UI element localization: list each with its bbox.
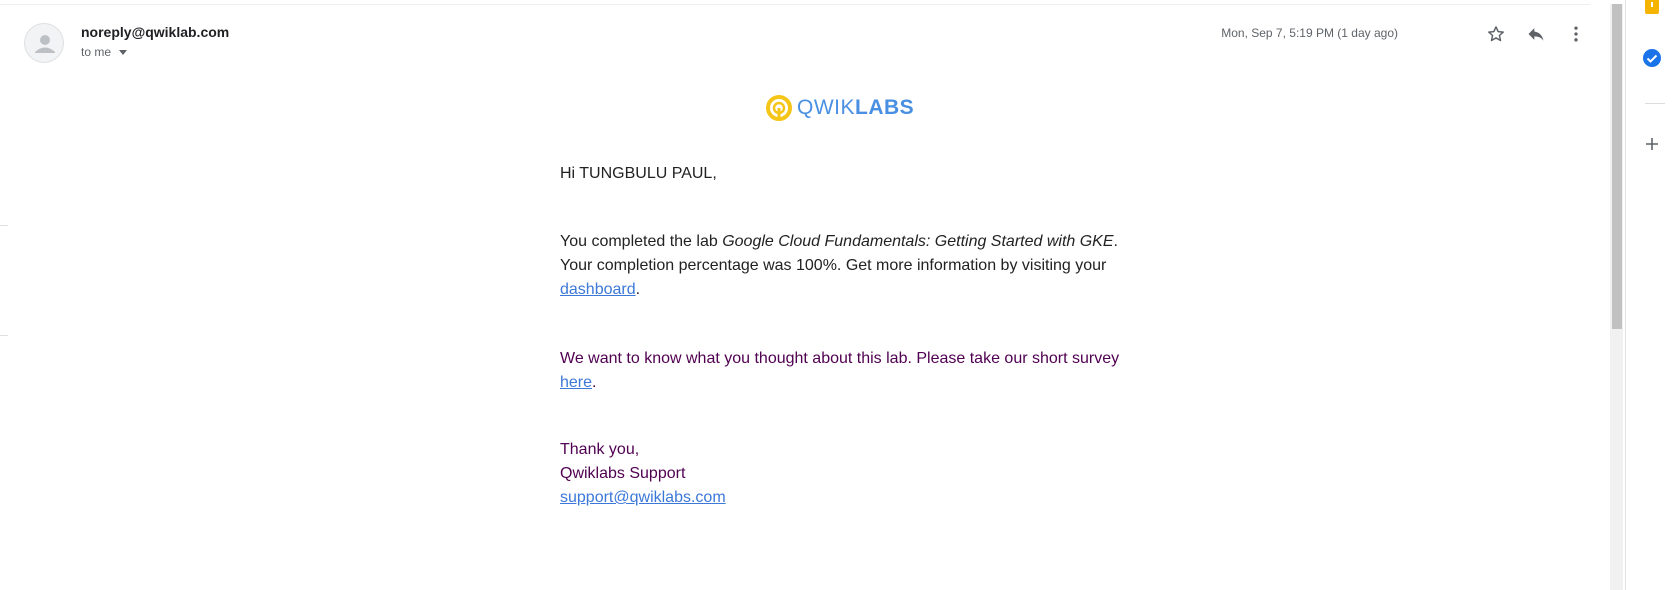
sender-address[interactable]: noreply@qwiklab.com xyxy=(81,24,229,40)
greeting: Hi TUNGBULU PAUL, xyxy=(560,165,717,182)
recipient-label: to me xyxy=(81,45,112,59)
email-body: Hi TUNGBULU PAUL, xyxy=(560,162,1130,186)
add-icon[interactable] xyxy=(1640,132,1664,156)
support-email-link[interactable]: support@qwiklabs.com xyxy=(560,489,726,506)
completion-paragraph: You completed the lab Google Cloud Funda… xyxy=(560,233,1118,298)
survey-paragraph: We want to know what you thought about t… xyxy=(560,350,1120,391)
chevron-down-icon[interactable] xyxy=(119,50,128,55)
star-icon[interactable] xyxy=(1484,22,1508,46)
dashboard-link[interactable]: dashboard xyxy=(560,281,636,298)
recipient-details[interactable]: to me xyxy=(81,45,128,59)
avatar[interactable] xyxy=(24,23,64,63)
more-vert-icon[interactable] xyxy=(1564,22,1588,46)
survey-link[interactable]: here xyxy=(560,374,592,391)
signoff: Thank you, Qwiklabs Support support@qwik… xyxy=(560,438,1130,510)
top-divider xyxy=(0,4,1590,5)
keep-icon[interactable] xyxy=(1640,0,1664,18)
qwiklabs-logo[interactable]: QWIKLABS xyxy=(765,94,914,122)
left-divider xyxy=(0,225,8,226)
thanks-line: Thank you, xyxy=(560,441,640,458)
lab-name: Google Cloud Fundamentals: Getting Start… xyxy=(722,233,1114,250)
team-name: Qwiklabs Support xyxy=(560,465,686,482)
scrollbar-thumb[interactable] xyxy=(1612,4,1622,329)
email-date: Mon, Sep 7, 5:19 PM (1 day ago) xyxy=(1221,26,1398,40)
side-panel-divider xyxy=(1645,103,1665,104)
qwiklabs-logo-icon xyxy=(766,95,792,121)
side-panel-border xyxy=(1625,0,1626,590)
left-divider xyxy=(0,335,8,336)
person-icon xyxy=(35,35,55,53)
tasks-icon[interactable] xyxy=(1640,46,1664,70)
reply-icon[interactable] xyxy=(1524,22,1548,46)
logo-wordmark: QWIKLABS xyxy=(797,96,915,119)
